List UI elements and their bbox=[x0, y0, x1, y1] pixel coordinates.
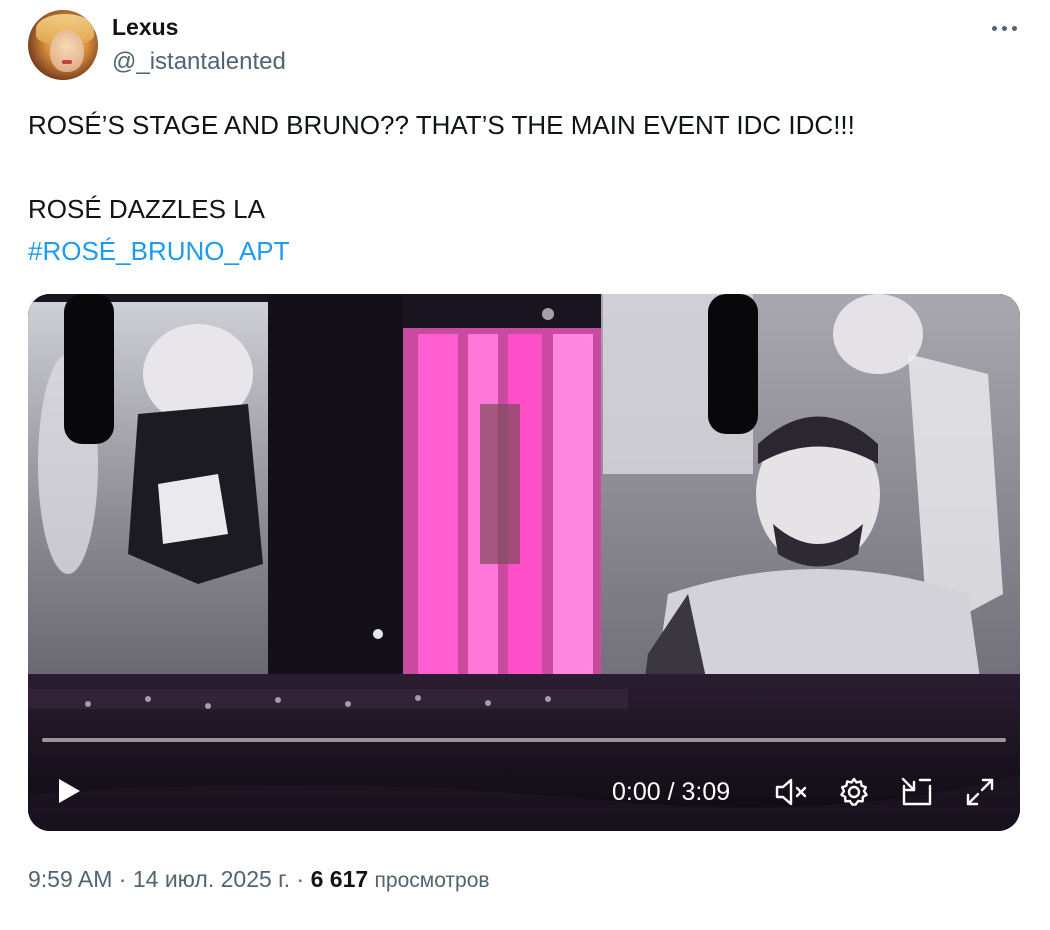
tweet: Lexus @_istantalented ROSÉ’S STAGE AND B… bbox=[0, 0, 1050, 930]
video-player[interactable]: 0:00 / 3:09 bbox=[28, 294, 1020, 831]
meta-separator: · bbox=[296, 866, 305, 892]
picture-in-picture-icon bbox=[901, 777, 932, 806]
fullscreen-icon bbox=[966, 778, 994, 806]
meta-separator: · bbox=[118, 866, 127, 892]
author-name[interactable]: Lexus bbox=[112, 14, 178, 41]
video-frame bbox=[28, 294, 1020, 831]
video-current-time: 0:00 bbox=[612, 778, 661, 806]
avatar[interactable] bbox=[28, 10, 98, 80]
video-duration: 3:09 bbox=[681, 778, 731, 806]
video-progress-bar[interactable] bbox=[42, 738, 1006, 742]
play-button[interactable] bbox=[54, 776, 84, 806]
tweet-meta: 9:59 AM · 14 июл. 2025 г. · 6 617 просмо… bbox=[28, 866, 490, 893]
tweet-text-line-1: ROSÉ’S STAGE AND BRUNO?? THAT’S THE MAIN… bbox=[28, 110, 855, 140]
picture-in-picture-button[interactable] bbox=[900, 776, 934, 808]
more-options-button[interactable] bbox=[984, 16, 1024, 40]
post-time[interactable]: 9:59 AM bbox=[28, 866, 112, 892]
tweet-text-line-2: ROSÉ DAZZLES LA bbox=[28, 194, 265, 224]
fullscreen-button[interactable] bbox=[964, 776, 996, 808]
video-time: 0:00 / 3:09 bbox=[612, 778, 730, 807]
avatar-lips bbox=[62, 60, 72, 64]
play-icon bbox=[59, 779, 80, 803]
avatar-face bbox=[50, 30, 84, 72]
gear-icon bbox=[840, 777, 868, 806]
volume-muted-icon bbox=[775, 778, 807, 806]
post-date[interactable]: 14 июл. 2025 г. bbox=[133, 866, 290, 892]
views-count: 6 617 bbox=[310, 866, 369, 892]
more-horizontal-icon bbox=[991, 25, 1017, 31]
settings-button[interactable] bbox=[838, 776, 870, 808]
author-handle[interactable]: @_istantalented bbox=[112, 48, 286, 76]
mute-button[interactable] bbox=[774, 776, 810, 808]
video-time-separator: / bbox=[667, 778, 675, 806]
hashtag-link[interactable]: #ROSÉ_BRUNO_APT bbox=[28, 236, 290, 267]
views-label: просмотров bbox=[374, 869, 490, 892]
